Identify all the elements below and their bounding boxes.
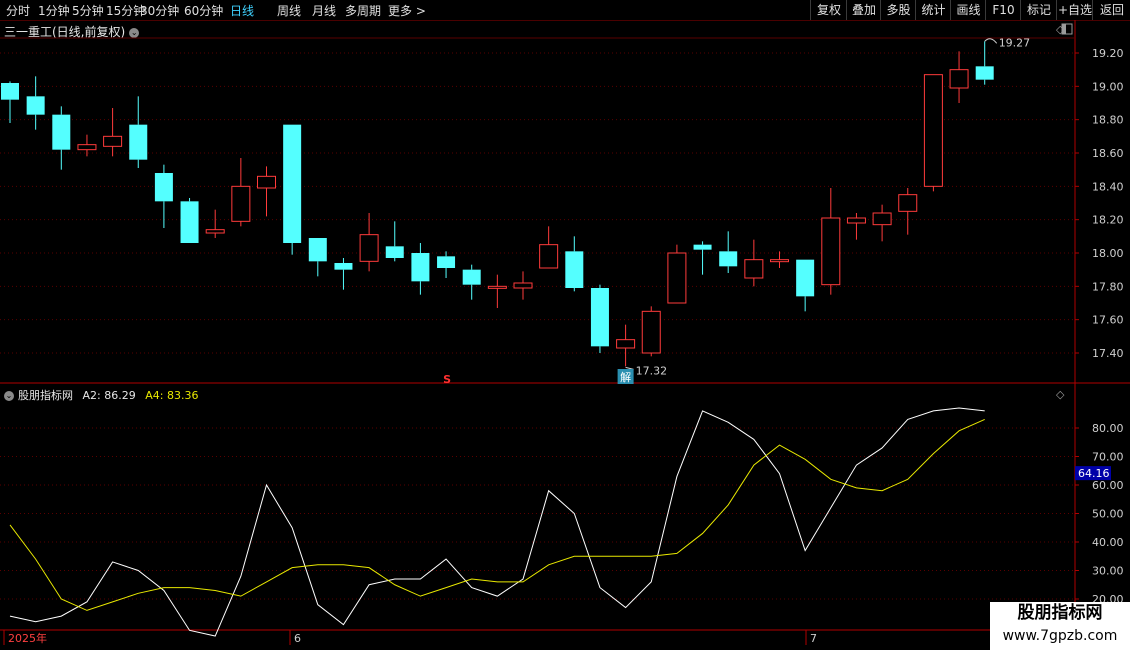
candle-body-down <box>52 114 71 150</box>
candle-body-down <box>565 251 584 288</box>
time-axis-label: 7 <box>810 632 817 645</box>
price-tick-label: 18.00 <box>1092 247 1124 260</box>
candle-body-up <box>846 217 866 224</box>
indicator-tick-label: 40.00 <box>1092 536 1124 549</box>
candle-body-down <box>437 256 456 268</box>
candle-body-up <box>231 185 251 222</box>
diamond-icon: ◇ <box>1056 388 1065 401</box>
series-line-A4 <box>9 418 985 611</box>
s-marker: S <box>443 373 451 386</box>
low-marker-label: 17.32 <box>636 364 668 377</box>
candle-body-up <box>487 285 507 289</box>
candle-body-up <box>872 212 892 226</box>
indicator-tick-label: 70.00 <box>1092 451 1124 464</box>
candle-body-down <box>154 173 173 202</box>
candle-body-down <box>283 124 302 243</box>
current-value-label: 64.16 <box>1078 467 1110 480</box>
candle-body-up <box>513 282 533 289</box>
candle-body-down <box>590 288 609 347</box>
watermark-title: 股朋指标网 <box>990 602 1130 624</box>
indicator-tick-label: 80.00 <box>1092 422 1124 435</box>
candle-body-up <box>667 252 687 304</box>
indicator-tick-label: 60.00 <box>1092 479 1124 492</box>
price-tick-label: 18.20 <box>1092 214 1124 227</box>
candle-body-up <box>821 217 841 286</box>
price-tick-label: 17.80 <box>1092 280 1124 293</box>
candle-body-up <box>641 310 661 354</box>
jie-marker: 解 <box>620 370 631 384</box>
candle-body-down <box>411 253 430 282</box>
panel-settings-icon-fill <box>1062 24 1066 34</box>
candle-body-up <box>539 244 559 269</box>
candle-body-down <box>1 83 19 100</box>
candle-body-down <box>796 259 815 297</box>
price-tick-label: 19.00 <box>1092 80 1124 93</box>
high-marker-label: 19.27 <box>999 36 1030 49</box>
indicator-tick-label: 50.00 <box>1092 508 1124 521</box>
price-tick-label: 17.40 <box>1092 347 1124 360</box>
price-tick-label: 18.60 <box>1092 147 1124 160</box>
candle-body-down <box>180 201 199 243</box>
candle-body-down <box>26 96 45 115</box>
high-marker-arrow <box>984 38 998 44</box>
candle-body-down <box>693 244 712 250</box>
candle-body-up <box>898 194 918 212</box>
price-tick-label: 18.80 <box>1092 114 1124 127</box>
candle-body-down <box>462 269 481 285</box>
candle-body-up <box>205 229 225 234</box>
candle-body-down <box>385 246 404 258</box>
indicator-tick-label: 30.00 <box>1092 565 1124 578</box>
candle-body-up <box>923 74 943 187</box>
price-tick-label: 17.60 <box>1092 314 1124 327</box>
candle-body-up <box>257 175 276 189</box>
candle-body-up <box>770 259 789 263</box>
chart-canvas[interactable]: 19.20 19.00 18.80 18.60 18.40 18.20 18.00 17.80… <box>0 0 1130 650</box>
series-line-A2 <box>9 407 985 637</box>
time-axis-label: 6 <box>294 632 301 645</box>
candle-body-up <box>103 135 123 147</box>
candle-body-up <box>949 69 969 89</box>
candle-body-down <box>308 238 327 262</box>
price-tick-label: 18.40 <box>1092 180 1124 193</box>
price-tick-label: 19.20 <box>1092 47 1124 60</box>
watermark-url: www.7gpzb.com <box>990 624 1130 650</box>
candle-body-down <box>129 124 148 160</box>
candle-body-up <box>744 259 764 279</box>
candle-body-up <box>359 234 379 262</box>
time-axis-label: 2025年 <box>8 631 47 645</box>
candle-body-down <box>975 66 994 80</box>
candle-body-down <box>334 263 353 270</box>
candle-body-down <box>719 251 738 267</box>
candle-body-up <box>616 339 636 349</box>
candle-body-up <box>77 144 97 151</box>
